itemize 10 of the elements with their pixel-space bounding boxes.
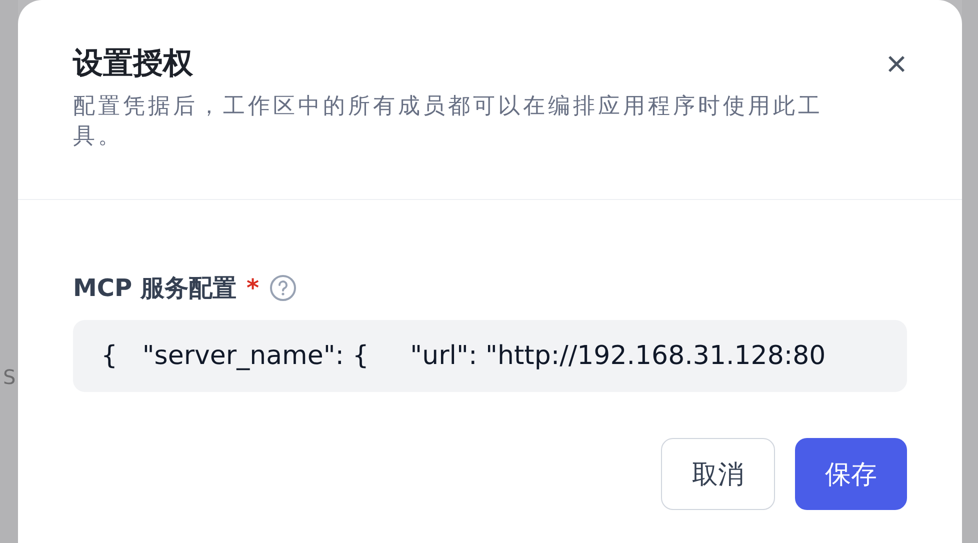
save-button[interactable]: 保存 [795, 438, 907, 510]
close-button[interactable]: × [886, 46, 907, 82]
dialog-description: 配置凭据后，工作区中的所有成员都可以在编排应用程序时使用此工具。 [73, 93, 824, 151]
required-mark: * [246, 274, 260, 302]
field-label: MCP 服务配置 [73, 273, 236, 304]
background-text: S [3, 364, 17, 390]
cancel-button[interactable]: 取消 [661, 438, 775, 510]
config-field[interactable]: { "server_name": { "url": "http://192.168.31.128:80 [73, 320, 907, 392]
help-icon[interactable] [269, 274, 298, 302]
dialog-title: 设置授权 [73, 45, 194, 83]
